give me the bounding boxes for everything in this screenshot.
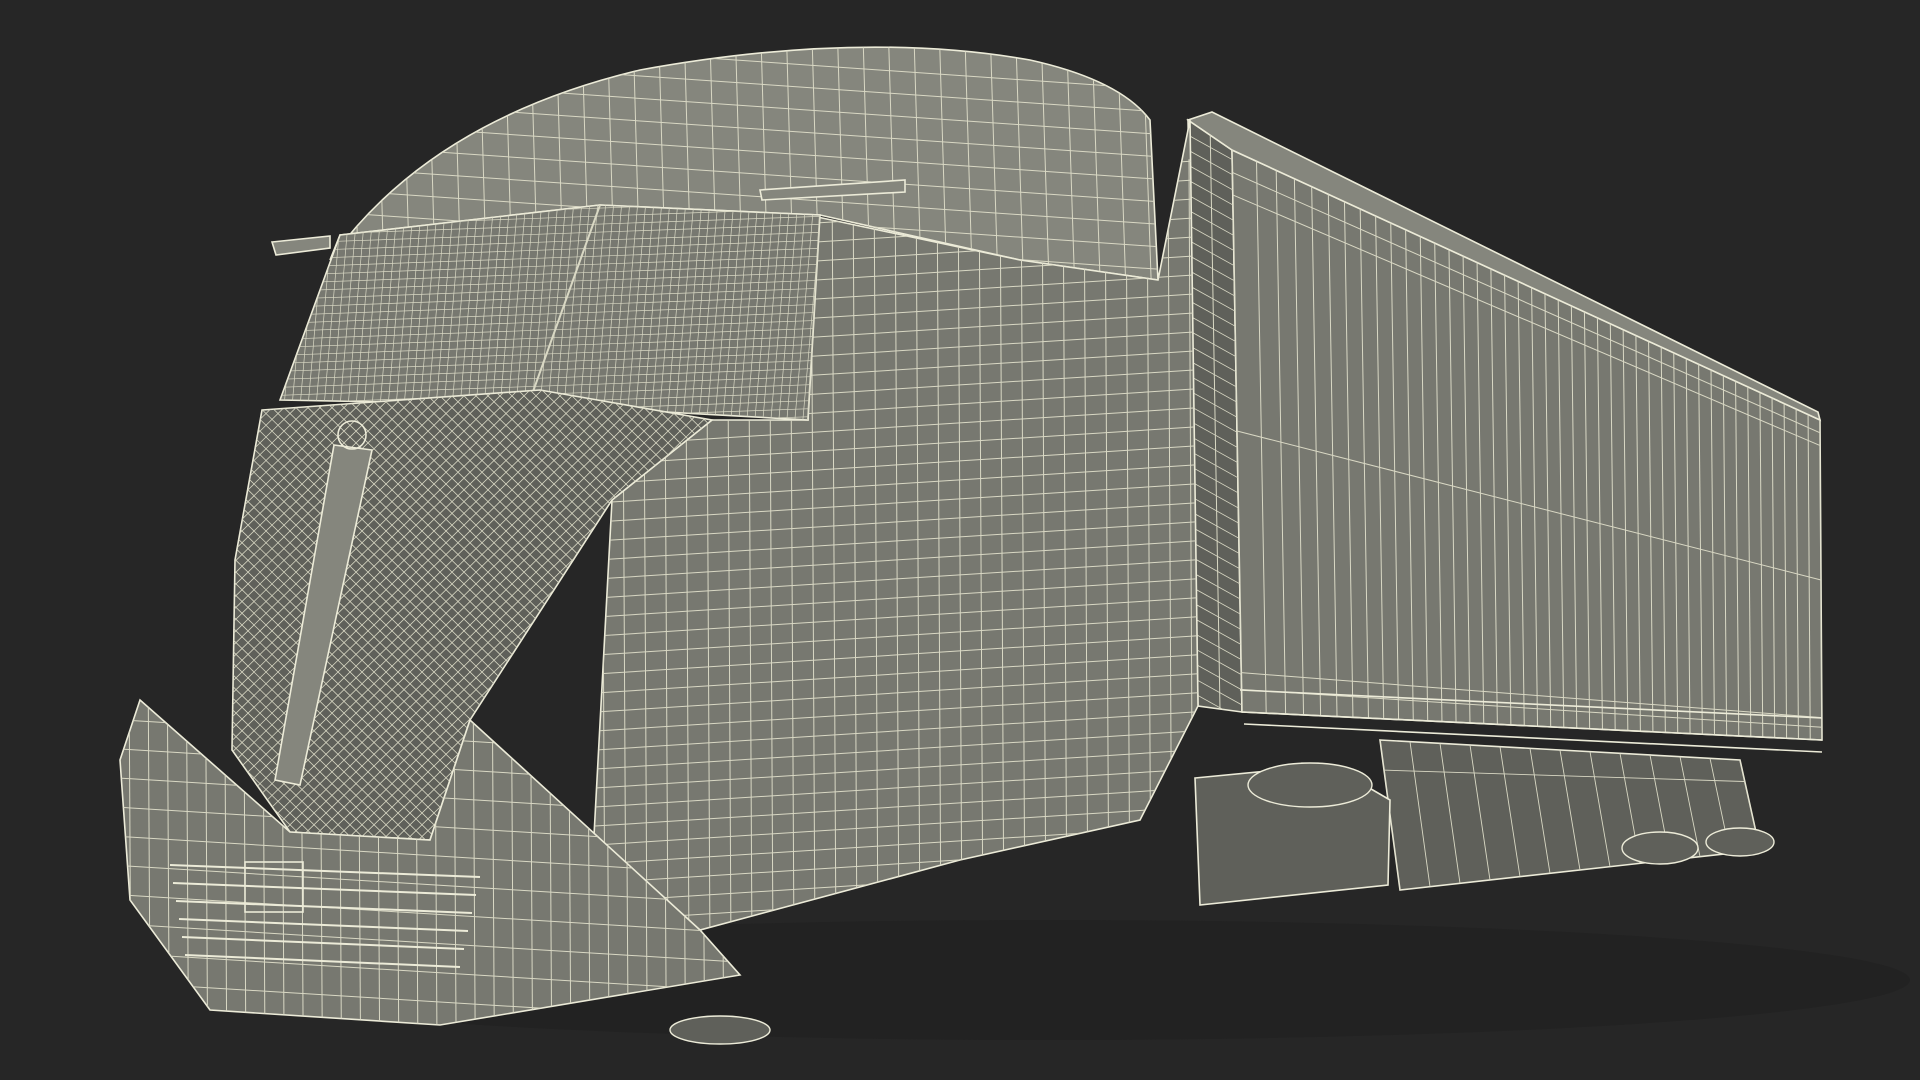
- cab-rear-wheel: [1247, 762, 1373, 808]
- mesh-edge: [0, 390, 14, 860]
- mesh-edge: [258, 200, 278, 430]
- mesh-edge: [0, 390, 74, 860]
- trailer-wheel-front: [1621, 831, 1699, 865]
- mesh-edge: [0, 390, 86, 860]
- mesh-edge: [0, 390, 122, 860]
- mesh-edge: [0, 390, 74, 860]
- mesh-edge: [0, 390, 2, 860]
- mesh-edge: [0, 390, 14, 860]
- mesh-edge: [110, 1040, 760, 1080]
- left-mirror-icon: [270, 235, 331, 256]
- mesh-edge: [0, 390, 50, 860]
- mesh-edge: [300, 30, 308, 300]
- mesh-edge: [0, 390, 134, 860]
- mesh-edge: [0, 390, 2, 860]
- mesh-edge: [0, 390, 26, 860]
- mesh-edge: [0, 390, 98, 860]
- mesh-edge: [250, 200, 270, 430]
- mesh-edge: [0, 390, 98, 860]
- cab-front-wheel: [669, 1015, 771, 1045]
- mesh-edge: [0, 390, 62, 860]
- mesh-edge: [110, 690, 112, 1040]
- trailer-side-panel: [1231, 148, 1823, 741]
- mesh-edge: [0, 390, 50, 860]
- trailer-wheel-rear: [1705, 827, 1775, 857]
- mesh-edge: [0, 390, 110, 860]
- mesh-edge: [0, 390, 38, 860]
- trailer-side-skirt: [1379, 739, 1761, 891]
- mesh-edge: [0, 390, 62, 860]
- mesh-edge: [0, 390, 122, 860]
- mesh-edge: [0, 390, 86, 860]
- mesh-edge: [0, 390, 110, 860]
- mesh-edge: [0, 390, 38, 860]
- semi-truck-wireframe-icon: [0, 30, 1910, 1080]
- mesh-edge: [1188, 720, 1242, 750]
- mesh-edge: [0, 390, 134, 860]
- render-viewport: [0, 0, 1920, 1080]
- mesh-edge: [0, 390, 26, 860]
